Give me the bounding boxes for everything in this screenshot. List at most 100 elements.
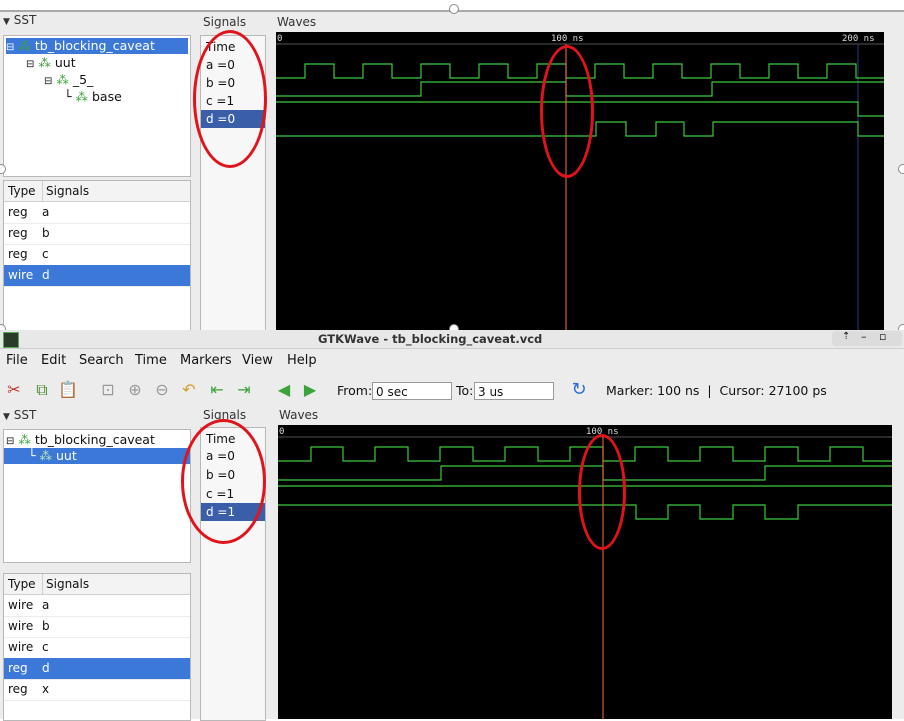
- sst-tree[interactable]: ⊟ ⁂ tb_blocking_caveat ⊟ ⁂ uut ⊟ ⁂ _5_ └…: [3, 35, 191, 177]
- app-icon: [3, 332, 19, 348]
- signals-title: Signals: [203, 15, 247, 29]
- tree-node-5[interactable]: ⊟ ⁂ _5_: [44, 72, 93, 88]
- module-icon: ⁂: [18, 432, 31, 447]
- row-type: reg: [8, 661, 28, 675]
- row-type: reg: [8, 205, 28, 219]
- row-name: a: [42, 205, 50, 219]
- sst-header[interactable]: ▼ SST: [3, 13, 36, 27]
- zoom-fit-icon[interactable]: ⊡: [98, 380, 118, 400]
- signal-type-table[interactable]: Type Signals wire a wire b wire c reg d reg x: [3, 573, 191, 721]
- table-row[interactable]: reg b: [4, 223, 190, 245]
- title-bar[interactable]: GTKWave - tb_blocking_caveat.vcd ⇡ – ▫: [0, 330, 904, 349]
- table-row[interactable]: reg d: [4, 658, 190, 680]
- paste-icon[interactable]: 📋: [58, 380, 78, 400]
- tree-line-icon: └: [28, 448, 36, 463]
- table-row[interactable]: wire a: [4, 595, 190, 617]
- to-input[interactable]: 3 us: [474, 382, 554, 400]
- row-type: wire: [8, 268, 34, 282]
- row-name: d: [42, 268, 50, 282]
- annotation-circle: [193, 30, 267, 168]
- tree-label: base: [92, 89, 122, 104]
- table-row[interactable]: reg a: [4, 202, 190, 224]
- table-row[interactable]: reg c: [4, 244, 190, 266]
- resize-handle[interactable]: [898, 164, 904, 174]
- tree-label: tb_blocking_caveat: [34, 432, 155, 447]
- table-header[interactable]: Type Signals: [4, 181, 190, 202]
- sst-tree[interactable]: ⊟ ⁂ tb_blocking_caveat └ ⁂ uut: [3, 429, 191, 563]
- tree-node-uut[interactable]: └ ⁂ uut: [4, 448, 190, 464]
- tree-label: tb_blocking_caveat: [34, 38, 155, 53]
- zoom-out-icon[interactable]: ⊖: [152, 380, 172, 400]
- window-title: GTKWave - tb_blocking_caveat.vcd: [318, 332, 543, 346]
- waves-title: Waves: [279, 408, 319, 422]
- col-signals-header[interactable]: Signals: [42, 181, 89, 201]
- row-type: wire: [8, 619, 34, 633]
- table-row[interactable]: wire c: [4, 637, 190, 659]
- menu-file[interactable]: File: [6, 353, 28, 368]
- cut-icon[interactable]: ✂: [4, 380, 24, 400]
- col-type-header[interactable]: Type: [8, 181, 36, 201]
- col-signals-header[interactable]: Signals: [42, 574, 89, 594]
- zoom-in-icon[interactable]: ⊕: [125, 380, 145, 400]
- menu-view[interactable]: View: [242, 353, 273, 368]
- expander-icon[interactable]: ⊟: [6, 42, 14, 53]
- signal-type-table[interactable]: Type Signals reg a reg b reg c wire d: [3, 180, 191, 332]
- resize-handle[interactable]: [449, 4, 459, 14]
- tree-label: _5_: [72, 72, 94, 87]
- menu-edit[interactable]: Edit: [41, 353, 66, 368]
- top-screenshot: ▼ SST ⊟ ⁂ tb_blocking_caveat ⊟ ⁂ uut ⊟ ⁂…: [0, 10, 904, 332]
- row-name: a: [42, 598, 50, 612]
- table-row[interactable]: wire b: [4, 616, 190, 638]
- from-input[interactable]: 0 sec: [372, 382, 452, 400]
- tree-line-icon: └: [64, 89, 72, 104]
- sst-label: SST: [13, 13, 37, 27]
- tree-label: uut: [56, 448, 77, 463]
- collapse-triangle-icon[interactable]: ▼: [3, 17, 10, 27]
- sst-header[interactable]: ▼ SST: [3, 408, 36, 422]
- menu-help[interactable]: Help: [287, 353, 317, 368]
- tree-node-tb[interactable]: ⊟ ⁂ tb_blocking_caveat: [6, 38, 188, 54]
- minimize-icon[interactable]: –: [861, 330, 867, 343]
- window-up-icon[interactable]: ⇡: [842, 331, 850, 342]
- goto-end-icon[interactable]: ⇥: [234, 380, 254, 400]
- row-type: wire: [8, 598, 34, 612]
- gtkwave-window: GTKWave - tb_blocking_caveat.vcd ⇡ – ▫ F…: [0, 330, 904, 721]
- tree-node-tb[interactable]: ⊟ ⁂ tb_blocking_caveat: [6, 432, 155, 448]
- module-icon: ⁂: [56, 72, 69, 87]
- sst-label: SST: [13, 408, 37, 422]
- expander-icon[interactable]: ⊟: [44, 76, 52, 87]
- undo-icon[interactable]: ↶: [179, 380, 199, 400]
- menu-time[interactable]: Time: [135, 353, 167, 368]
- module-icon: ⁂: [18, 38, 31, 53]
- table-row[interactable]: wire d: [4, 265, 190, 287]
- from-label: From:: [337, 383, 373, 398]
- module-icon: ⁂: [75, 89, 89, 104]
- annotation-circle: [540, 45, 594, 178]
- row-name: c: [42, 247, 49, 261]
- tick-label-100ns: 100 ns: [551, 34, 584, 44]
- forward-icon[interactable]: ▶: [300, 380, 320, 400]
- annotation-circle: [181, 419, 266, 544]
- menu-search[interactable]: Search: [79, 353, 124, 368]
- marker-cursor-status: Marker: 100 ns | Cursor: 27100 ps: [606, 383, 827, 398]
- row-type: reg: [8, 247, 28, 261]
- collapse-triangle-icon[interactable]: ▼: [3, 412, 10, 422]
- row-name: b: [42, 226, 50, 240]
- expander-icon[interactable]: ⊟: [26, 59, 34, 70]
- table-row[interactable]: reg x: [4, 679, 190, 701]
- back-icon[interactable]: ◀: [274, 380, 294, 400]
- row-name: b: [42, 619, 50, 633]
- maximize-icon[interactable]: ▫: [879, 330, 886, 343]
- table-header[interactable]: Type Signals: [4, 574, 190, 595]
- goto-start-icon[interactable]: ⇤: [207, 380, 227, 400]
- reload-icon[interactable]: ↻: [569, 380, 589, 400]
- row-type: reg: [8, 682, 28, 696]
- module-icon: ⁂: [38, 55, 51, 70]
- tree-node-base[interactable]: └ ⁂ base: [64, 89, 122, 105]
- copy-icon[interactable]: ⧉: [32, 380, 52, 400]
- row-name: x: [42, 682, 50, 696]
- menu-markers[interactable]: Markers: [180, 353, 232, 368]
- tree-node-uut[interactable]: ⊟ ⁂ uut: [26, 55, 76, 71]
- expander-icon[interactable]: ⊟: [6, 436, 14, 447]
- col-type-header[interactable]: Type: [8, 574, 36, 594]
